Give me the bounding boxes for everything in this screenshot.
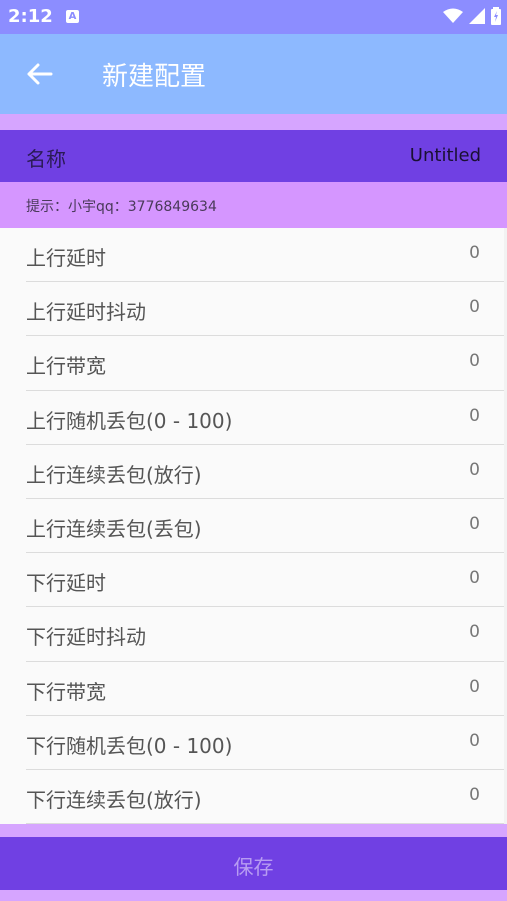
name-field[interactable]: 名称 Untitled: [0, 130, 507, 182]
setting-value: 0: [469, 513, 480, 534]
setting-label: 上行连续丢包(丢包): [26, 516, 202, 541]
setting-label: 上行延时抖动: [26, 300, 146, 325]
setting-row[interactable]: 上行连续丢包(放行) 0: [0, 445, 504, 499]
arrow-left-icon[interactable]: [24, 59, 54, 89]
setting-value: 0: [469, 622, 480, 643]
status-icons: [443, 7, 501, 25]
name-value: Untitled: [409, 145, 481, 166]
name-label: 名称: [26, 147, 66, 171]
setting-value: 0: [469, 351, 480, 372]
app-bar: 新建配置: [0, 34, 507, 114]
setting-label: 下行随机丢包(0 - 100): [26, 733, 233, 758]
setting-row[interactable]: 下行延时 0: [0, 553, 504, 608]
hint-banner: 提示：小宇qq：3776849634: [0, 182, 507, 228]
setting-row[interactable]: 上行延时抖动 0: [0, 282, 504, 337]
divider: [26, 823, 504, 824]
setting-row[interactable]: 上行带宽 0: [0, 336, 504, 391]
status-time: 2:12: [8, 6, 53, 27]
save-button[interactable]: 保存: [0, 837, 507, 890]
setting-value: 0: [469, 568, 480, 589]
setting-label: 上行带宽: [26, 354, 106, 379]
settings-list: 上行延时 0 上行延时抖动 0 上行带宽 0 上行随机丢包(0 - 100) 0 上行连…: [0, 228, 504, 824]
setting-value: 0: [469, 784, 480, 805]
setting-value: 0: [469, 676, 480, 697]
status-bar: 2:12 A: [0, 0, 507, 34]
setting-label: 下行延时: [26, 571, 106, 596]
setting-row[interactable]: 上行连续丢包(丢包) 0: [0, 499, 504, 554]
setting-label: 上行随机丢包(0 - 100): [26, 408, 233, 433]
setting-label: 下行带宽: [26, 679, 106, 704]
setting-row[interactable]: 下行随机丢包(0 - 100) 0: [0, 716, 504, 770]
setting-label: 上行延时: [26, 246, 106, 270]
setting-label: 下行连续丢包(放行): [26, 787, 202, 812]
hint-text: 提示：小宇qq：3776849634: [26, 199, 217, 215]
notification-icon: A: [66, 10, 79, 23]
wifi-icon: [443, 8, 463, 23]
signal-icon: [469, 8, 485, 24]
save-button-label: 保存: [233, 857, 274, 879]
battery-icon: [491, 7, 501, 25]
setting-row[interactable]: 下行连续丢包(放行) 0: [0, 770, 504, 824]
setting-label: 下行延时抖动: [26, 625, 146, 650]
setting-row[interactable]: 下行延时抖动 0: [0, 607, 504, 662]
setting-row[interactable]: 下行带宽 0: [0, 662, 504, 716]
setting-row[interactable]: 上行随机丢包(0 - 100) 0: [0, 391, 504, 445]
page-title: 新建配置: [102, 62, 207, 92]
setting-label: 上行连续丢包(放行): [26, 462, 202, 487]
setting-value: 0: [469, 405, 480, 426]
setting-row[interactable]: 上行延时 0: [0, 228, 504, 283]
setting-value: 0: [469, 297, 480, 318]
setting-value: 0: [469, 459, 480, 480]
setting-value: 0: [469, 730, 480, 751]
setting-value: 0: [469, 243, 480, 263]
